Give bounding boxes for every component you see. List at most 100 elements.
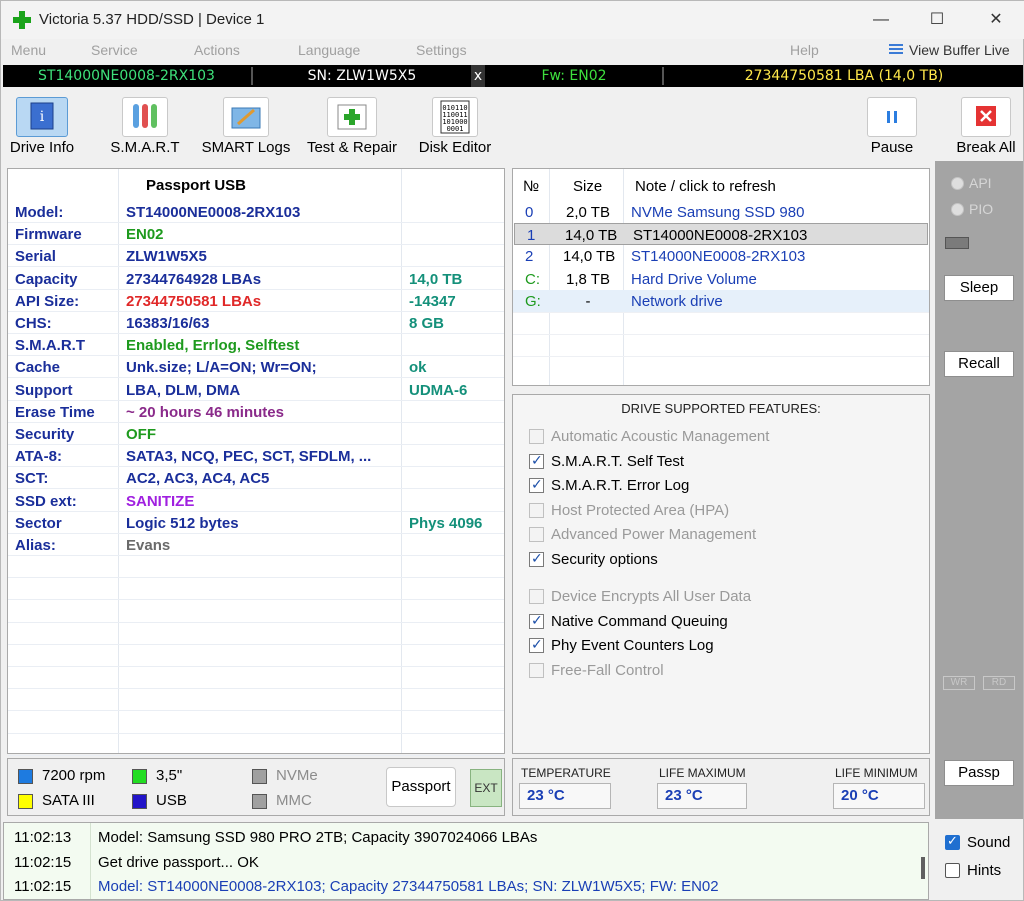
ext-button[interactable]: EXT — [470, 769, 502, 807]
drive-info-panel: Passport USB Model: ST14000NE0008-2RX103 F… — [7, 168, 505, 778]
sound-label: Sound — [967, 834, 1011, 851]
checkbox-icon — [945, 833, 960, 850]
info-extra: 8 GB — [409, 315, 445, 332]
info-value: 27344764928 LBAs — [126, 270, 262, 288]
menu-service[interactable]: Service — [91, 42, 138, 58]
menu-actions[interactable]: Actions — [194, 42, 240, 58]
form-swatch — [132, 769, 147, 784]
pause-icon — [867, 97, 917, 137]
menu-settings[interactable]: Settings — [416, 42, 467, 58]
info-value: SANITIZE — [126, 492, 195, 510]
drive-row-empty — [513, 334, 929, 356]
temperature-panel: TEMPERATURE 23 °C LIFE MAXIMUM 23 °C LIF… — [512, 758, 930, 816]
strip-close-button[interactable]: x — [471, 65, 485, 87]
info-value: Logic 512 bytes — [126, 514, 239, 532]
rd-indicator: RD — [983, 676, 1015, 690]
menu-menu[interactable]: Menu — [11, 42, 46, 58]
life-min-value: 20 °C — [833, 783, 925, 809]
strip-firmware: Fw: EN02 — [541, 68, 607, 84]
strip-model: ST14000NE0008-2RX103 — [38, 68, 215, 84]
drive-number: 2 — [525, 248, 534, 266]
close-button[interactable]: ✕ — [976, 7, 1016, 33]
drive-row[interactable]: 1 14,0 TB ST14000NE0008-2RX103 — [514, 223, 928, 246]
nvme-swatch — [252, 769, 267, 784]
menu-bar: Menu Service Actions Language Settings H… — [1, 39, 1024, 65]
checkbox-icon — [529, 527, 544, 542]
header-no: № — [523, 178, 540, 195]
drive-size: - — [585, 292, 591, 310]
maximize-button[interactable]: ☐ — [917, 7, 957, 33]
passport-button[interactable]: Passport — [386, 767, 456, 807]
window-title: Victoria 5.37 HDD/SSD | Device 1 — [39, 11, 265, 28]
side-control-panel: API PIO Sleep Recall WR RD Passp — [935, 161, 1023, 819]
info-value: LBA, DLM, DMA — [126, 381, 241, 399]
first-aid-icon — [327, 97, 377, 137]
test-repair-button[interactable]: Test & Repair — [303, 91, 401, 157]
test-tubes-icon — [122, 97, 168, 137]
pause-button[interactable]: Pause — [863, 91, 921, 157]
drive-size: 1,8 TB — [566, 270, 610, 288]
log-message: Model: Samsung SSD 980 PRO 2TB; Capacity… — [98, 829, 538, 846]
checkbox-icon — [945, 863, 960, 878]
info-key: SCT: — [15, 470, 49, 488]
legend-nvme-label: NVMe — [276, 767, 318, 784]
drive-note: ST14000NE0008-2RX103 — [633, 227, 808, 245]
drive-size: 14,0 TB — [565, 227, 618, 245]
log-message: Get drive passport... OK — [98, 853, 259, 871]
drive-row[interactable]: 2 14,0 TB ST14000NE0008-2RX103 — [513, 245, 929, 267]
minimize-button[interactable]: — — [861, 7, 901, 33]
recall-button[interactable]: Recall — [944, 351, 1014, 377]
checkbox-icon — [529, 663, 544, 678]
menu-language[interactable]: Language — [298, 42, 360, 58]
drive-number: G: — [525, 292, 541, 310]
radio-icon — [951, 203, 964, 216]
info-key: Alias: — [15, 537, 56, 554]
drive-row[interactable]: C: 1,8 TB Hard Drive Volume — [513, 268, 929, 290]
passp-button[interactable]: Passp — [944, 760, 1014, 786]
info-row: SSD ext: SANITIZE — [8, 490, 504, 512]
log-options: Sound Hints — [935, 822, 1023, 900]
disk-editor-button[interactable]: 010110 110011 101000 0001 Disk Editor — [415, 91, 495, 157]
info-row: Serial ZLW1W5X5 — [8, 245, 504, 268]
drive-legend-panel: 7200 rpm 3,5" NVMe SATA III USB MMC Pass… — [7, 758, 505, 816]
drive-row[interactable]: 0 2,0 TB NVMe Samsung SSD 980 — [513, 201, 929, 223]
smart-button[interactable]: S.M.A.R.T — [105, 91, 185, 157]
checkbox-icon — [529, 503, 544, 518]
temperature-label: TEMPERATURE — [521, 766, 611, 780]
info-key: Cache — [15, 359, 61, 377]
info-extra: UDMA-6 — [409, 381, 468, 399]
usb-swatch — [132, 794, 147, 809]
info-extra: -14347 — [409, 292, 456, 310]
smart-logs-button[interactable]: SMART Logs — [201, 91, 291, 157]
strip-serial: SN: ZLW1W5X5 — [307, 68, 417, 84]
info-value: EN02 — [126, 226, 164, 244]
info-row: Capacity 27344764928 LBAs 14,0 TB — [8, 268, 504, 290]
info-key: SSD ext: — [15, 492, 77, 510]
supported-features-panel: DRIVE SUPPORTED FEATURES: Automatic Acou… — [512, 394, 930, 754]
break-all-label: Break All — [956, 139, 1016, 156]
svg-text:i: i — [40, 109, 45, 125]
info-key: S.M.A.R.T — [15, 337, 85, 355]
legend-usb-label: USB — [156, 792, 187, 809]
drive-note: NVMe Samsung SSD 980 — [631, 204, 805, 221]
legend-mmc-label: MMC — [276, 792, 312, 809]
sleep-button[interactable]: Sleep — [944, 275, 1014, 301]
menu-help[interactable]: Help — [790, 42, 819, 58]
info-row: Support LBA, DLM, DMA UDMA-6 — [8, 379, 504, 401]
checkbox-icon — [529, 589, 544, 604]
device-status-strip: ST14000NE0008-2RX103 SN: ZLW1W5X5 x Fw: … — [3, 65, 1023, 87]
log-scrollbar[interactable] — [921, 857, 925, 879]
info-row: CHS: 16383/16/63 8 GB — [8, 312, 504, 334]
svg-text:0001: 0001 — [447, 125, 464, 133]
header-note[interactable]: Note / click to refresh — [635, 178, 776, 195]
drive-info-button[interactable]: i Drive Info — [5, 91, 79, 157]
drives-header-row: № Size Note / click to refresh — [513, 175, 929, 197]
break-all-button[interactable]: Break All — [951, 91, 1021, 157]
info-row-empty — [8, 601, 504, 623]
info-value: ST14000NE0008-2RX103 — [126, 204, 301, 221]
view-buffer-link[interactable]: View Buffer Live — [889, 42, 1010, 58]
checkbox-icon — [529, 476, 544, 493]
drive-row[interactable]: G: - Network drive — [513, 289, 929, 312]
drive-number: 1 — [527, 227, 536, 245]
info-row: Sector Logic 512 bytes Phys 4096 — [8, 512, 504, 534]
